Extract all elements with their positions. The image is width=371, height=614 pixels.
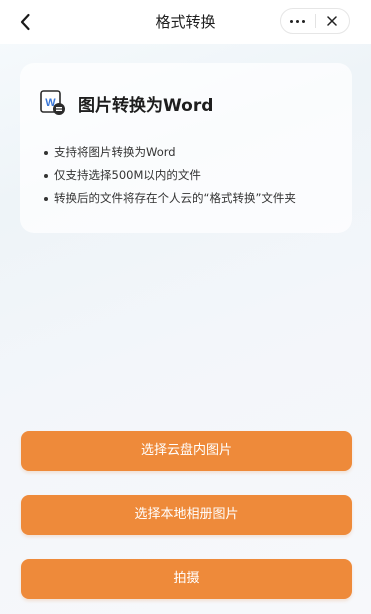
list-item: 转换后的文件将存在个人云的“格式转换”文件夹 — [44, 187, 296, 210]
close-button[interactable] — [316, 9, 350, 33]
select-cloud-images-button[interactable]: 选择云盘内图片 — [21, 431, 352, 471]
list-item: 仅支持选择500M以内的文件 — [44, 164, 296, 187]
feature-list: 支持将图片转换为Word 仅支持选择500M以内的文件 转换后的文件将存在个人云… — [44, 141, 296, 210]
card-header: W 图片转换为Word — [40, 90, 213, 116]
more-dots-icon — [290, 19, 306, 23]
list-item: 支持将图片转换为Word — [44, 141, 296, 164]
more-button[interactable] — [281, 9, 315, 33]
navigation-bar: 格式转换 — [0, 0, 371, 44]
mini-program-capsule — [280, 8, 350, 34]
close-icon — [327, 16, 337, 26]
card-title: 图片转换为Word — [78, 95, 214, 116]
feature-card: W 图片转换为Word 支持将图片转换为Word 仅支持选择500M以内的文件 … — [20, 63, 352, 233]
select-local-album-button[interactable]: 选择本地相册图片 — [21, 495, 352, 535]
take-photo-button[interactable]: 拍摄 — [21, 559, 352, 599]
word-document-icon: W — [40, 90, 66, 116]
